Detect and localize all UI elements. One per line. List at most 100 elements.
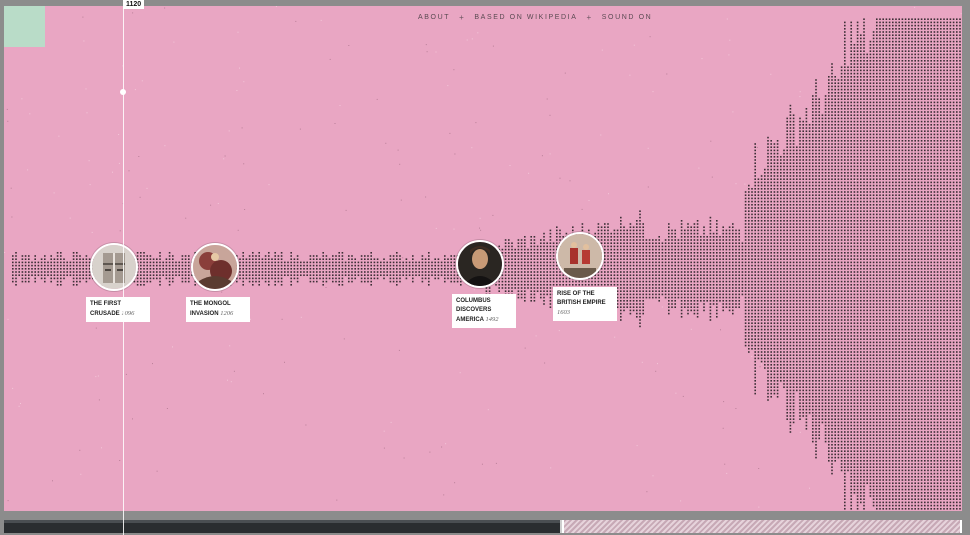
waveform-dot: [290, 280, 292, 283]
waveform-dot: [760, 191, 763, 193]
waveform-dot: [293, 277, 296, 280]
waveform-dot: [767, 287, 769, 289]
waveform-dot: [344, 261, 347, 264]
waveform-dot: [79, 271, 81, 273]
waveform-dot: [808, 220, 811, 222]
waveform-dot: [386, 268, 388, 270]
waveform-dot: [716, 290, 718, 292]
waveform-dot: [671, 245, 673, 248]
waveform-dot: [770, 364, 772, 366]
waveform-dot: [802, 181, 804, 184]
waveform-dot: [517, 261, 520, 264]
waveform-dot: [629, 264, 632, 267]
waveform-dot: [767, 312, 769, 315]
waveform-dot: [786, 124, 788, 126]
waveform-dot: [600, 284, 603, 286]
waveform-dot: [610, 239, 612, 241]
waveform-dot: [604, 274, 606, 276]
waveform-dot: [805, 226, 808, 228]
waveform-dot: [616, 242, 619, 244]
waveform-dot: [674, 248, 676, 251]
waveform-dot: [156, 258, 158, 260]
waveform-dot: [274, 280, 276, 283]
waveform-dot: [690, 261, 692, 264]
waveform-dot: [754, 261, 756, 264]
waveform-dot: [341, 252, 344, 254]
waveform-dot: [786, 348, 788, 350]
waveform-dot: [776, 284, 779, 286]
waveform-dot: [760, 354, 763, 356]
waveform-dot: [520, 290, 523, 292]
waveform-dot: [66, 261, 68, 264]
waveform-dot: [712, 277, 715, 280]
waveform-dot: [773, 354, 776, 356]
waveform-dot: [252, 271, 254, 273]
waveform-dot: [783, 328, 785, 331]
waveform-dot: [415, 268, 417, 270]
waveform-dot: [786, 172, 788, 174]
waveform-dot: [735, 287, 737, 289]
waveform-dot: [802, 159, 804, 161]
waveform-dot: [802, 367, 804, 369]
waveform-dot: [728, 245, 731, 248]
waveform-dot: [546, 284, 548, 286]
waveform-dot: [674, 280, 676, 283]
waveform-dot: [780, 354, 782, 356]
waveform-dot: [242, 280, 244, 283]
waveform-dot: [357, 261, 360, 264]
waveform-dot: [789, 373, 792, 376]
waveform-dot: [751, 188, 753, 190]
waveform-dot: [703, 236, 705, 238]
waveform-dot: [808, 325, 811, 328]
waveform-dot: [72, 271, 75, 273]
waveform-dot: [757, 312, 760, 315]
waveform-dot: [744, 290, 747, 292]
waveform-dot: [687, 229, 689, 232]
waveform-dot: [796, 386, 798, 388]
waveform-dot: [808, 152, 811, 155]
waveform-dot: [789, 165, 792, 168]
waveform-dot: [812, 136, 814, 139]
waveform-dot: [181, 261, 184, 264]
waveform-dot: [664, 274, 667, 276]
waveform-dot: [549, 296, 552, 299]
waveform-dot: [21, 271, 24, 273]
waveform-dot: [812, 95, 814, 97]
waveform-dot: [764, 351, 766, 353]
waveform-dot: [341, 284, 344, 286]
waveform-dot: [792, 130, 795, 132]
waveform-dot: [629, 252, 632, 254]
waveform-dot: [780, 300, 782, 302]
waveform-dot: [789, 367, 792, 369]
waveform-dot: [786, 216, 788, 219]
waveform-dot: [712, 232, 715, 235]
waveform-dot: [594, 280, 596, 283]
waveform-dot: [770, 200, 772, 203]
waveform-dot: [674, 290, 676, 292]
waveform-dot: [546, 290, 548, 292]
waveform-dot: [639, 264, 641, 267]
waveform-dot: [680, 258, 683, 260]
waveform-dot: [732, 245, 734, 248]
waveform-dot: [789, 124, 792, 126]
waveform-dot: [773, 252, 776, 254]
waveform-dot: [773, 213, 776, 216]
waveform-dot: [764, 191, 766, 193]
waveform-dot: [572, 284, 574, 286]
waveform-dot: [757, 344, 760, 347]
waveform-dot: [610, 277, 612, 280]
waveform-dot: [776, 389, 779, 392]
waveform-dot: [770, 175, 772, 177]
waveform-dot: [322, 280, 324, 283]
waveform-dot: [511, 261, 513, 264]
waveform-dot: [709, 274, 712, 276]
waveform-dot: [341, 274, 344, 276]
waveform-dot: [722, 277, 724, 280]
waveform-dot: [748, 274, 750, 276]
waveform-dot: [623, 287, 625, 289]
waveform-dot: [728, 280, 731, 283]
waveform-dot: [79, 264, 81, 267]
waveform-dot: [687, 236, 689, 238]
waveform-dot: [639, 280, 641, 283]
waveform-dot: [412, 268, 414, 270]
